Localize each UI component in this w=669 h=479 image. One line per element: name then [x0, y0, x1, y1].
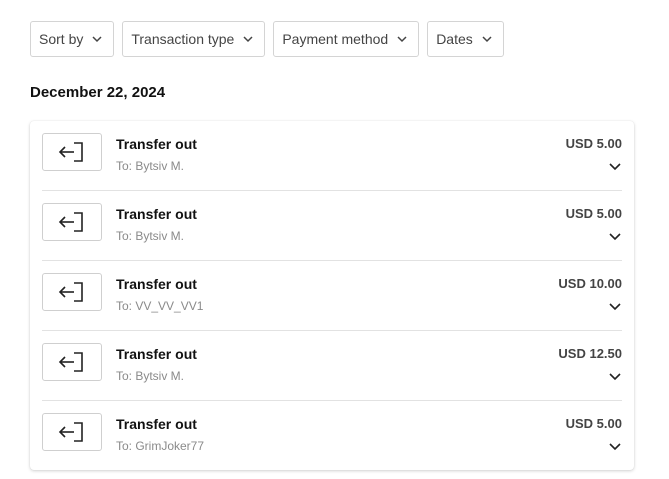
transaction-title: Transfer out [116, 276, 197, 292]
payment-method-dropdown[interactable]: Payment method [273, 21, 420, 57]
transaction-title: Transfer out [116, 136, 197, 152]
transfer-out-icon [42, 343, 102, 381]
chevron-down-icon[interactable] [608, 159, 622, 173]
sort-by-label: Sort by [39, 31, 84, 47]
transaction-amount: USD 10.00 [558, 276, 622, 291]
chevron-down-icon [481, 33, 493, 45]
transaction-amount: USD 5.00 [565, 136, 622, 151]
transaction-amount: USD 5.00 [565, 416, 622, 431]
date-group-heading: December 22, 2024 [30, 84, 166, 101]
transactions-page: Sort by Transaction type Payment method … [0, 0, 669, 479]
chevron-down-icon [242, 33, 254, 45]
transactions-list: Transfer out To: Bytsiv M. USD 5.00 Tran… [30, 121, 634, 470]
transaction-type-dropdown[interactable]: Transaction type [122, 21, 266, 57]
transaction-row[interactable]: Transfer out To: VV_VV_VV1 USD 10.00 [42, 261, 622, 331]
transaction-recipient: To: GrimJoker77 [116, 439, 205, 453]
transfer-out-icon [42, 273, 102, 311]
transfer-out-icon [42, 413, 102, 451]
chevron-down-icon[interactable] [608, 229, 622, 243]
sort-by-dropdown[interactable]: Sort by [30, 21, 115, 57]
dates-dropdown[interactable]: Dates [427, 21, 504, 57]
transaction-row[interactable]: Transfer out To: GrimJoker77 USD 5.00 [42, 401, 622, 471]
transaction-title: Transfer out [116, 206, 197, 222]
transaction-row[interactable]: Transfer out To: Bytsiv M. USD 5.00 [42, 191, 622, 261]
dates-label: Dates [436, 31, 473, 47]
transaction-amount: USD 5.00 [565, 206, 622, 221]
chevron-down-icon [91, 33, 103, 45]
chevron-down-icon[interactable] [608, 369, 622, 383]
transaction-row[interactable]: Transfer out To: Bytsiv M. USD 5.00 [42, 121, 622, 191]
transaction-amount: USD 12.50 [558, 346, 622, 361]
transaction-title: Transfer out [116, 346, 197, 362]
payment-method-label: Payment method [282, 31, 389, 47]
transaction-row[interactable]: Transfer out To: Bytsiv M. USD 12.50 [42, 331, 622, 401]
chevron-down-icon[interactable] [608, 439, 622, 453]
transaction-recipient: To: VV_VV_VV1 [116, 299, 204, 313]
transaction-recipient: To: Bytsiv M. [116, 159, 185, 173]
transfer-out-icon [42, 203, 102, 241]
chevron-down-icon [396, 33, 408, 45]
chevron-down-icon[interactable] [608, 299, 622, 313]
transaction-type-label: Transaction type [131, 31, 235, 47]
transaction-recipient: To: Bytsiv M. [116, 229, 185, 243]
transaction-title: Transfer out [116, 416, 197, 432]
transaction-recipient: To: Bytsiv M. [116, 369, 185, 383]
filter-bar: Sort by Transaction type Payment method … [30, 21, 504, 57]
transfer-out-icon [42, 133, 102, 171]
